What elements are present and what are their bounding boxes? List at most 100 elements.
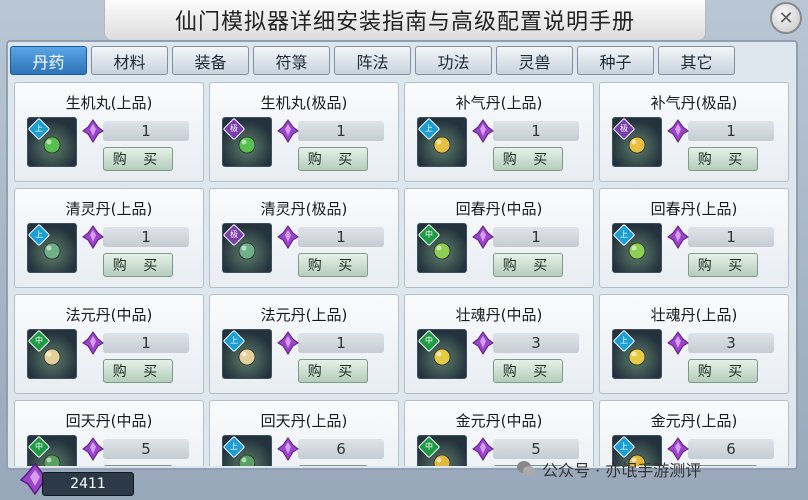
price-value: 5 — [103, 439, 189, 459]
shop-item-card: 生机丸(上品) 上 1 购 买 — [14, 82, 204, 182]
spirit-stone-icon — [277, 225, 299, 249]
item-name: 生机丸(上品) — [65, 94, 153, 112]
price-value: 6 — [298, 439, 384, 459]
item-name: 法元丹(中品) — [65, 306, 153, 324]
close-button[interactable]: ✕ — [770, 2, 802, 34]
grade-char: 极 — [230, 230, 238, 239]
pill-icon — [238, 454, 256, 466]
shop-item-card: 补气丹(上品) 上 1 购 买 — [404, 82, 594, 182]
pill-icon — [628, 136, 646, 154]
grade-char: 极 — [230, 124, 238, 133]
price-field: 3 — [666, 331, 774, 355]
grade-char: 中 — [425, 336, 433, 345]
spirit-stone-icon — [82, 437, 104, 461]
currency-amount: 2411 — [42, 472, 134, 496]
item-icon[interactable]: 中 — [27, 329, 77, 379]
pill-icon — [433, 454, 451, 466]
shop-item-card: 回春丹(中品) 中 1 购 买 — [404, 188, 594, 288]
spirit-stone-icon — [472, 331, 494, 355]
close-icon: ✕ — [778, 7, 794, 29]
buy-button[interactable]: 购 买 — [298, 253, 368, 277]
grade-char: 上 — [620, 230, 628, 239]
pill-icon — [43, 136, 61, 154]
pill-icon — [433, 242, 451, 260]
price-value: 3 — [493, 333, 579, 353]
item-name: 回春丹(上品) — [650, 200, 738, 218]
buy-button[interactable]: 购 买 — [103, 253, 173, 277]
price-field: 6 — [276, 437, 384, 461]
item-icon[interactable]: 上 — [612, 329, 662, 379]
spirit-stone-icon — [472, 437, 494, 461]
pill-icon — [628, 242, 646, 260]
item-icon[interactable]: 上 — [417, 117, 467, 167]
item-grid[interactable]: 生机丸(上品) 上 1 购 买生机丸(极品) 极 1 购 买补气丹(上品) 上 1 购 买补气丹(… — [14, 82, 794, 466]
buy-button[interactable]: 购 买 — [688, 359, 758, 383]
item-icon[interactable]: 中 — [417, 223, 467, 273]
item-name: 回天丹(上品) — [260, 412, 348, 430]
tab-4[interactable]: 阵法 — [334, 46, 411, 75]
tab-5[interactable]: 功法 — [415, 46, 492, 75]
price-field: 1 — [81, 331, 189, 355]
grade-char: 上 — [620, 442, 628, 451]
spirit-stone-icon — [277, 119, 299, 143]
tab-0[interactable]: 丹药 — [10, 46, 87, 75]
item-icon[interactable]: 极 — [612, 117, 662, 167]
buy-button[interactable]: 购 买 — [493, 253, 563, 277]
pill-icon — [238, 242, 256, 260]
price-value: 1 — [103, 227, 189, 247]
buy-button[interactable]: 购 买 — [493, 359, 563, 383]
price-field: 5 — [81, 437, 189, 461]
item-name: 回春丹(中品) — [455, 200, 543, 218]
price-value: 1 — [493, 227, 579, 247]
buy-button[interactable]: 购 买 — [103, 359, 173, 383]
spirit-stone-icon — [277, 437, 299, 461]
item-icon[interactable]: 极 — [222, 223, 272, 273]
tab-1[interactable]: 材料 — [91, 46, 168, 75]
item-name: 生机丸(极品) — [260, 94, 348, 112]
grade-char: 中 — [425, 442, 433, 451]
grade-char: 中 — [425, 230, 433, 239]
price-value: 6 — [688, 439, 774, 459]
price-value: 1 — [298, 333, 384, 353]
buy-button[interactable]: 购 买 — [103, 465, 173, 466]
shop-item-card: 生机丸(极品) 极 1 购 买 — [209, 82, 399, 182]
buy-button[interactable]: 购 买 — [298, 465, 368, 466]
price-field: 1 — [666, 119, 774, 143]
price-value: 1 — [103, 121, 189, 141]
price-field: 1 — [276, 225, 384, 249]
price-field: 1 — [666, 225, 774, 249]
grade-char: 上 — [35, 230, 43, 239]
shop-item-card: 清灵丹(上品) 上 1 购 买 — [14, 188, 204, 288]
item-name: 壮魂丹(上品) — [650, 306, 738, 324]
spirit-stone-icon — [667, 225, 689, 249]
item-icon[interactable]: 上 — [27, 117, 77, 167]
item-name: 法元丹(上品) — [260, 306, 348, 324]
buy-button[interactable]: 购 买 — [688, 253, 758, 277]
item-icon[interactable]: 上 — [612, 223, 662, 273]
tab-6[interactable]: 灵兽 — [496, 46, 573, 75]
spirit-stone-icon — [277, 331, 299, 355]
buy-button[interactable]: 购 买 — [103, 147, 173, 171]
tab-8[interactable]: 其它 — [658, 46, 735, 75]
item-icon[interactable]: 中 — [417, 435, 467, 466]
window-title-text: 仙门模拟器详细安装指南与高级配置说明手册 — [174, 10, 635, 35]
buy-button[interactable]: 购 买 — [298, 147, 368, 171]
item-icon[interactable]: 中 — [417, 329, 467, 379]
item-name: 金元丹(上品) — [650, 412, 738, 430]
shop-item-card: 回春丹(上品) 上 1 购 买 — [599, 188, 789, 288]
item-icon[interactable]: 上 — [222, 329, 272, 379]
shop-item-card: 回天丹(上品) 上 6 购 买 — [209, 400, 399, 466]
item-icon[interactable]: 上 — [222, 435, 272, 466]
item-icon[interactable]: 上 — [27, 223, 77, 273]
tab-3[interactable]: 符箓 — [253, 46, 330, 75]
buy-button[interactable]: 购 买 — [688, 147, 758, 171]
price-value: 1 — [688, 227, 774, 247]
tab-7[interactable]: 种子 — [577, 46, 654, 75]
item-icon[interactable]: 极 — [222, 117, 272, 167]
buy-button[interactable]: 购 买 — [298, 359, 368, 383]
wechat-icon — [517, 461, 535, 476]
buy-button[interactable]: 购 买 — [493, 147, 563, 171]
price-field: 1 — [81, 225, 189, 249]
price-value: 1 — [493, 121, 579, 141]
tab-2[interactable]: 装备 — [172, 46, 249, 75]
